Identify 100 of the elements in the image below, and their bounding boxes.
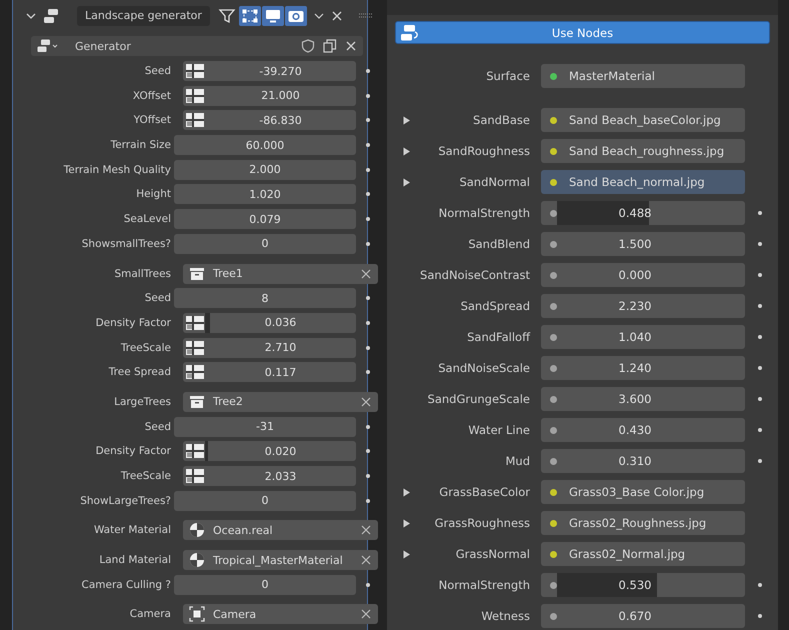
expand-triangle-icon[interactable]	[402, 518, 410, 528]
number-field[interactable]: 0.079	[174, 209, 356, 230]
number-field[interactable]: 0	[174, 234, 356, 254]
clear-icon[interactable]	[360, 608, 372, 620]
monitor-toggle[interactable]	[262, 6, 284, 26]
number-field[interactable]: -86.830	[183, 110, 356, 130]
keyframe-dot-icon[interactable]	[366, 192, 370, 196]
number-field[interactable]: -31	[174, 416, 356, 437]
keyframe-dot-icon[interactable]	[758, 335, 762, 339]
keyframe-dot-icon[interactable]	[758, 397, 762, 401]
keyframe-dot-icon[interactable]	[366, 498, 370, 503]
number-field[interactable]: 1.240	[541, 356, 745, 380]
keyframe-dot-icon[interactable]	[758, 459, 762, 463]
grid-icon	[185, 88, 205, 104]
clear-icon[interactable]	[360, 396, 372, 408]
number-field[interactable]: 2.000	[174, 160, 356, 180]
keyframe-dot-icon[interactable]	[366, 217, 370, 222]
property-label: TreeScale	[120, 470, 171, 482]
number-field[interactable]: 1.020	[174, 184, 356, 204]
object-field[interactable]: Tropical_MasterMaterial	[183, 550, 378, 570]
copy-icon[interactable]	[323, 39, 337, 53]
drag-grip-icon[interactable]	[358, 13, 373, 19]
number-field[interactable]: 0.000	[541, 263, 745, 287]
number-field[interactable]: 8	[174, 288, 356, 308]
number-field[interactable]: 1.500	[541, 232, 745, 256]
keyframe-dot-icon[interactable]	[366, 296, 370, 300]
grid-icon	[185, 314, 205, 331]
number-field[interactable]: -39.270	[183, 61, 356, 81]
keyframe-dot-icon[interactable]	[758, 273, 762, 277]
keyframe-dot-icon[interactable]	[366, 320, 370, 325]
use-nodes-button[interactable]: Use Nodes	[395, 21, 770, 44]
object-field[interactable]: Tree1	[183, 264, 378, 284]
texture-field[interactable]: Grass03_Base Color.jpg	[541, 480, 745, 504]
expand-triangle-icon[interactable]	[402, 116, 410, 124]
keyframe-dot-icon[interactable]	[366, 94, 370, 98]
texture-field[interactable]: Sand Beach_normal.jpg	[541, 170, 745, 194]
number-field[interactable]: 0.117	[183, 362, 356, 382]
object-field[interactable]: Tree2	[183, 392, 378, 412]
texture-field[interactable]: Sand Beach_baseColor.jpg	[541, 108, 745, 132]
texture-field[interactable]: Grass02_Roughness.jpg	[541, 511, 745, 535]
property-label: SandBlend	[467, 237, 530, 251]
keyframe-dot-icon[interactable]	[366, 346, 370, 350]
number-field[interactable]: 0	[174, 490, 356, 511]
nodes-icon	[400, 24, 420, 42]
number-field[interactable]: 2.230	[541, 294, 745, 318]
property-label: SandNoiseScale	[437, 361, 530, 375]
property-label: SmallTrees	[113, 268, 171, 280]
number-field[interactable]: 21.000	[183, 86, 356, 106]
number-field[interactable]: 2.033	[183, 466, 356, 486]
keyframe-dot-icon[interactable]	[366, 168, 370, 172]
keyframe-dot-icon[interactable]	[758, 304, 762, 308]
keyframe-dot-icon[interactable]	[758, 242, 762, 246]
camera-toggle[interactable]	[284, 6, 307, 26]
number-field[interactable]: 0	[174, 574, 356, 595]
keyframe-dot-icon[interactable]	[366, 370, 370, 374]
nodes-dropdown-icon[interactable]	[37, 39, 59, 53]
shield-icon[interactable]	[301, 39, 315, 53]
keyframe-dot-icon[interactable]	[758, 614, 762, 618]
keyframe-dot-icon[interactable]	[758, 583, 762, 587]
close-icon[interactable]	[345, 40, 357, 52]
number-field[interactable]: 0.670	[541, 604, 745, 628]
shader-field[interactable]: MasterMaterial	[541, 64, 745, 88]
clear-icon[interactable]	[360, 524, 372, 536]
keyframe-dot-icon[interactable]	[366, 474, 370, 478]
number-field[interactable]: 3.600	[541, 387, 745, 411]
keyframe-dot-icon[interactable]	[366, 424, 370, 429]
number-field[interactable]: 60.000	[174, 135, 356, 156]
property-label: Seed	[144, 65, 171, 77]
keyframe-dot-icon[interactable]	[758, 211, 762, 215]
property-label: Seed	[144, 292, 171, 304]
subpanel-header[interactable]: Generator	[31, 36, 363, 56]
property-label: SandSpread	[460, 299, 530, 313]
keyframe-dot-icon[interactable]	[758, 366, 762, 370]
keyframe-dot-icon[interactable]	[366, 69, 370, 73]
vertices-toggle[interactable]	[238, 6, 261, 26]
property-label: SandRoughness	[437, 144, 530, 158]
expand-triangle-icon[interactable]	[402, 550, 410, 558]
clear-icon[interactable]	[360, 268, 372, 280]
modifier-name-field[interactable]: Landscape generator	[77, 6, 210, 26]
expand-triangle-icon[interactable]	[402, 488, 410, 496]
expand-triangle-icon[interactable]	[402, 146, 410, 156]
expand-triangle-icon[interactable]	[402, 178, 410, 186]
number-field[interactable]: 0.310	[541, 449, 745, 473]
keyframe-dot-icon[interactable]	[758, 428, 762, 432]
property-label: SandFalloff	[466, 330, 530, 344]
keyframe-dot-icon[interactable]	[366, 582, 370, 587]
number-field[interactable]: 0.430	[541, 418, 745, 442]
texture-field[interactable]: Grass02_Normal.jpg	[541, 542, 745, 566]
number-field[interactable]: 1.040	[541, 325, 745, 349]
close-icon[interactable]	[330, 10, 343, 22]
clear-icon[interactable]	[360, 554, 372, 566]
number-field[interactable]: 2.710	[183, 338, 356, 358]
keyframe-dot-icon[interactable]	[366, 118, 370, 122]
keyframe-dot-icon[interactable]	[366, 449, 370, 454]
object-field[interactable]: Ocean.real	[183, 520, 378, 540]
texture-field[interactable]: Sand Beach_roughness.jpg	[541, 139, 745, 163]
nodes-icon	[43, 8, 59, 24]
object-field[interactable]: Camera	[183, 604, 378, 624]
keyframe-dot-icon[interactable]	[366, 143, 370, 148]
keyframe-dot-icon[interactable]	[366, 242, 370, 246]
